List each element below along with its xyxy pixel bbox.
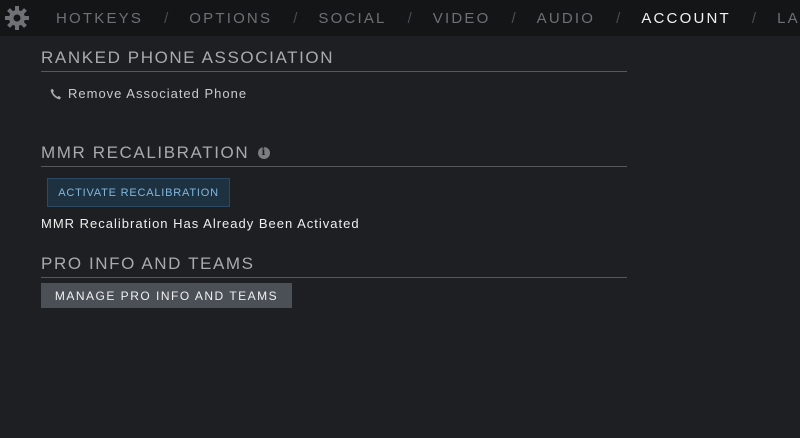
manage-pro-info-button[interactable]: MANAGE PRO INFO AND TEAMS [41, 283, 292, 308]
tab-video[interactable]: VIDEO [433, 10, 491, 27]
top-navigation-bar: HOTKEYS / OPTIONS / SOCIAL / VIDEO / AUD… [0, 0, 800, 36]
tab-options[interactable]: OPTIONS [189, 10, 272, 27]
section-title-text: RANKED PHONE ASSOCIATION [41, 48, 335, 67]
settings-tabs: HOTKEYS / OPTIONS / SOCIAL / VIDEO / AUD… [56, 0, 800, 36]
section-title-ranked-phone: RANKED PHONE ASSOCIATION [41, 48, 627, 72]
section-title-mmr: MMR RECALIBRATION i [41, 143, 627, 167]
info-icon[interactable]: i [258, 147, 271, 159]
tab-audio[interactable]: AUDIO [537, 10, 596, 27]
tab-separator: / [293, 9, 298, 27]
recalibration-status-text: MMR Recalibration Has Already Been Activ… [41, 216, 360, 231]
tab-separator: / [616, 9, 621, 27]
gear-icon[interactable] [4, 5, 30, 31]
account-settings-panel: RANKED PHONE ASSOCIATION Remove Associat… [41, 36, 627, 308]
remove-phone-link[interactable]: Remove Associated Phone [50, 86, 627, 101]
tab-separator: / [164, 9, 169, 27]
manage-pro-info-label: MANAGE PRO INFO AND TEAMS [54, 288, 279, 303]
remove-phone-label: Remove Associated Phone [68, 86, 248, 101]
tab-separator: / [407, 9, 412, 27]
section-title-text: MMR RECALIBRATION [41, 143, 250, 162]
tab-separator: / [511, 9, 516, 27]
tab-account[interactable]: ACCOUNT [641, 10, 731, 27]
tab-labs[interactable]: LABS [777, 10, 800, 27]
activate-recalibration-label: ACTIVATE RECALIBRATION [58, 186, 219, 199]
phone-icon [50, 88, 61, 99]
tab-separator: / [751, 9, 757, 27]
section-title-pro-info: PRO INFO AND TEAMS [41, 254, 627, 278]
section-title-text: PRO INFO AND TEAMS [41, 254, 255, 273]
tab-hotkeys[interactable]: HOTKEYS [56, 10, 143, 27]
tab-social[interactable]: SOCIAL [318, 10, 386, 27]
activate-recalibration-button[interactable]: ACTIVATE RECALIBRATION [47, 178, 230, 207]
